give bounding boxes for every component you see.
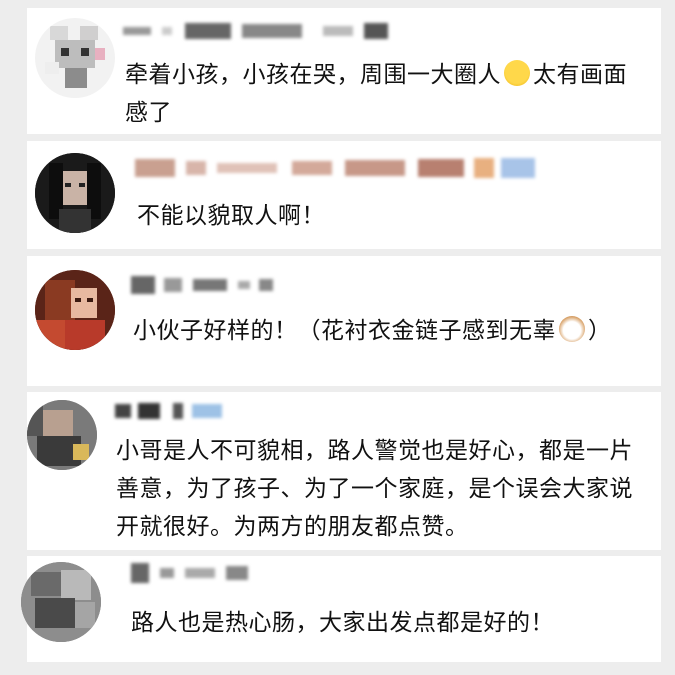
laughing-crying-emoji-icon — [504, 60, 530, 86]
blurred-username[interactable] — [115, 400, 223, 426]
avatar[interactable] — [35, 153, 115, 233]
blurred-username[interactable] — [131, 562, 249, 588]
blurred-username[interactable] — [123, 20, 389, 46]
blurred-username[interactable] — [131, 274, 274, 300]
comment-text: 小哥是人不可貌相，路人警觉也是好心，都是一片善意，为了孩子、为了一个家庭，是个误… — [116, 438, 633, 540]
comment-card-3: 小伙子好样的！（花衬衣金链子感到无辜） — [27, 256, 661, 386]
comment-card-5: 路人也是热心肠，大家出发点都是好的！ — [21, 556, 661, 662]
comment-text: 不能以貌取人啊！ — [137, 203, 325, 229]
comment-text: 牵着小孩，小孩在哭，周围一大圈人 太有画面感了 — [125, 60, 627, 126]
blurred-username[interactable] — [135, 157, 535, 183]
comment-card-1: 牵着小孩，小孩在哭，周围一大圈人 太有画面感了 — [27, 8, 661, 134]
avatar[interactable] — [27, 400, 97, 470]
avatar[interactable] — [35, 18, 115, 98]
comment-text: 路人也是热心肠，大家出发点都是好的！ — [131, 610, 554, 636]
avatar[interactable] — [21, 562, 101, 642]
comment-card-2: 不能以貌取人啊！ — [27, 141, 661, 249]
avatar[interactable] — [35, 270, 115, 350]
dog-face-emoji-icon — [559, 316, 585, 342]
comment-text: 小伙子好样的！（花衬衣金链子感到无辜） — [133, 316, 612, 344]
comment-card-4: 小哥是人不可貌相，路人警觉也是好心，都是一片善意，为了孩子、为了一个家庭，是个误… — [27, 392, 661, 550]
